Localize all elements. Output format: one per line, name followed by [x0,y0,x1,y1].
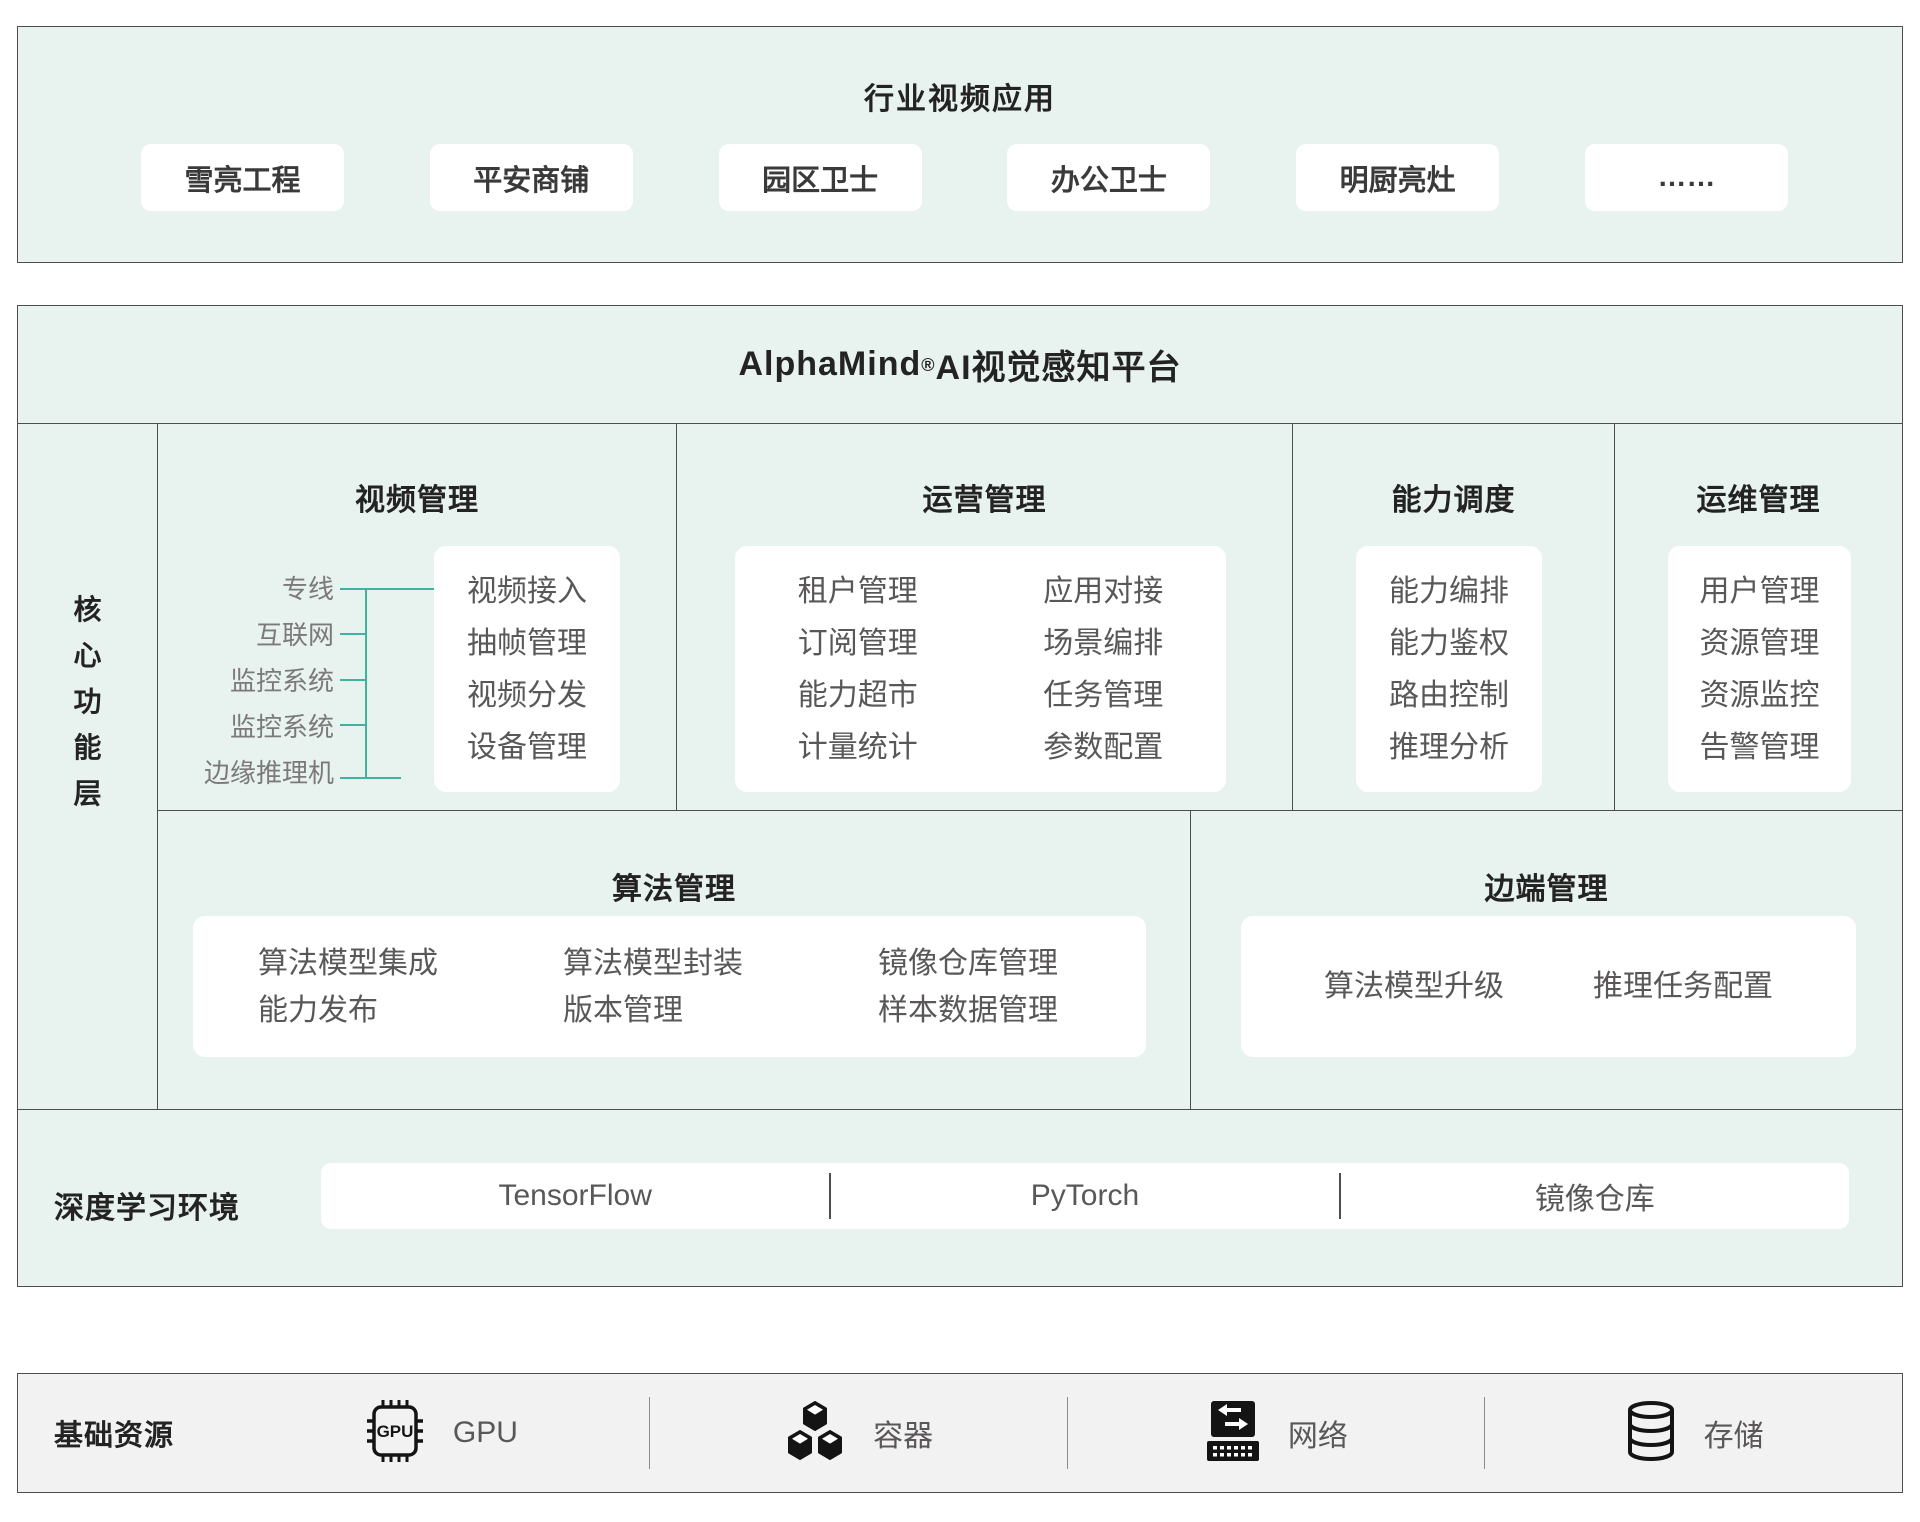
industry-apps-row: 雪亮工程 平安商铺 园区卫士 办公卫士 明厨亮灶 …… [18,144,1902,211]
app-pill-more: …… [1585,144,1788,211]
dl-environment-label: 深度学习环境 [54,1183,240,1227]
algorithm-management-title: 算法管理 [158,811,1190,908]
ops-item-metering: 计量统计 [735,732,981,763]
connector-stub-5 [340,777,401,779]
ops-item-capability-market: 能力超市 [735,680,981,711]
ops-item-scene: 场景编排 [981,628,1227,659]
ops-item-tenant: 租户管理 [735,576,981,607]
gpu-chip-icon: GPU [363,1400,427,1467]
app-pill-pingan: 平安商铺 [430,144,633,211]
video-item-distribution: 视频分发 [434,680,620,711]
edge-item-model-upgrade: 算法模型升级 [1324,971,1504,1002]
sched-item-orchestration: 能力编排 [1356,576,1542,607]
svg-text:GPU: GPU [376,1422,413,1441]
video-item-device: 设备管理 [434,732,620,763]
capability-scheduling-column: 能力调度 能力编排 能力鉴权 路由控制 推理分析 [1293,424,1615,811]
app-pill-mingchu: 明厨亮灶 [1296,144,1499,211]
container-cubes-icon [783,1401,847,1466]
app-pill-bangong: 办公卫士 [1007,144,1210,211]
capability-scheduling-title: 能力调度 [1293,424,1614,519]
om-management-title: 运维管理 [1615,424,1902,519]
om-management-card: 用户管理 资源管理 资源监控 告警管理 [1668,546,1851,792]
infra-group-network: 网络 [1068,1400,1485,1467]
platform-title: AlphaMind® AI视觉感知平台 [18,306,1902,424]
source-label-dedicated-line: 专线 [282,574,334,604]
platform-section: AlphaMind® AI视觉感知平台 核心功能层 视频管理 专线 互联网 监控… [17,305,1903,1287]
infrastructure-section: 基础资源 GPU GPU [17,1373,1903,1493]
source-label-monitoring-2: 监控系统 [230,712,334,742]
infra-label-container: 容器 [873,1411,933,1455]
dl-item-pytorch: PyTorch [831,1179,1339,1213]
dl-environment-row: 深度学习环境 TensorFlow PyTorch 镜像仓库 [18,1109,1902,1288]
infra-group-gpu: GPU GPU [232,1400,649,1467]
infra-label-gpu: GPU [453,1416,518,1450]
infrastructure-label: 基础资源 [18,1412,232,1454]
om-item-user: 用户管理 [1668,576,1851,607]
connector-stub-2 [340,633,367,635]
sched-item-authentication: 能力鉴权 [1356,628,1542,659]
video-item-frame: 抽帧管理 [434,628,620,659]
operations-management-card: 租户管理 应用对接 订阅管理 场景编排 能力超市 任务管理 计量统计 参数配置 [735,546,1226,792]
sched-item-routing: 路由控制 [1356,680,1542,711]
ops-item-app-connect: 应用对接 [981,576,1227,607]
infra-group-storage: 存储 [1485,1400,1902,1467]
infra-group-container: 容器 [650,1401,1067,1466]
infrastructure-groups: GPU GPU [232,1374,1902,1492]
ops-item-subscription: 订阅管理 [735,628,981,659]
algorithm-management-card: 算法模型集成 算法模型封装 镜像仓库管理 能力发布 版本管理 样本数据管理 [193,916,1146,1057]
dl-environment-bar: TensorFlow PyTorch 镜像仓库 [321,1163,1849,1229]
industry-apps-section: 行业视频应用 雪亮工程 平安商铺 园区卫士 办公卫士 明厨亮灶 …… [17,26,1903,263]
sched-item-inference: 推理分析 [1356,732,1542,763]
connector-stub-1 [340,588,434,590]
edge-item-inference-config: 推理任务配置 [1593,971,1773,1002]
video-management-title: 视频管理 [158,424,676,519]
edge-management-card: 算法模型升级 推理任务配置 [1241,916,1856,1057]
platform-title-brand: AlphaMind [738,345,921,384]
industry-apps-title: 行业视频应用 [18,27,1902,118]
algorithm-management-column: 算法管理 算法模型集成 算法模型封装 镜像仓库管理 能力发布 版本管理 样本数据… [158,811,1191,1109]
connector-bus-line [365,588,367,779]
operations-management-title: 运营管理 [677,424,1292,519]
algo-item-capability-release: 能力发布 [258,995,563,1026]
dl-item-tensorflow: TensorFlow [321,1179,829,1213]
capability-scheduling-card: 能力编排 能力鉴权 路由控制 推理分析 [1356,546,1542,792]
om-item-resource-mgmt: 资源管理 [1668,628,1851,659]
app-pill-yuanqu: 园区卫士 [719,144,922,211]
source-label-monitoring-1: 监控系统 [230,666,334,696]
connector-stub-3 [340,679,367,681]
platform-title-rest: AI视觉感知平台 [936,340,1182,389]
edge-management-title: 边端管理 [1191,811,1902,908]
architecture-diagram: 行业视频应用 雪亮工程 平安商铺 园区卫士 办公卫士 明厨亮灶 …… Alpha… [0,0,1920,1522]
om-item-resource-monitor: 资源监控 [1668,680,1851,711]
core-layer-sidebar: 核心功能层 [18,424,158,1109]
connector-stub-4 [340,724,367,726]
om-management-column: 运维管理 用户管理 资源管理 资源监控 告警管理 [1615,424,1902,811]
video-management-card: 视频接入 抽帧管理 视频分发 设备管理 [434,546,620,792]
algo-item-sample-data: 样本数据管理 [878,995,1146,1026]
algo-item-version: 版本管理 [563,995,878,1026]
core-layer-label: 核心功能层 [71,587,105,817]
ops-item-task: 任务管理 [981,680,1227,711]
dl-item-image-repo: 镜像仓库 [1341,1174,1849,1218]
video-item-access: 视频接入 [434,576,620,607]
algo-item-image-repo: 镜像仓库管理 [878,948,1146,979]
om-item-alarm: 告警管理 [1668,732,1851,763]
storage-database-icon [1624,1400,1678,1467]
network-switch-icon [1204,1400,1262,1467]
algo-item-model-packaging: 算法模型封装 [563,948,878,979]
infra-label-storage: 存储 [1704,1411,1764,1455]
app-pill-xueliang: 雪亮工程 [141,144,344,211]
video-source-labels: 专线 互联网 监控系统 监控系统 边缘推理机 [158,574,334,788]
video-management-column: 视频管理 专线 互联网 监控系统 监控系统 边缘推理机 视频接入 抽帧管理 视频… [158,424,677,811]
infra-label-network: 网络 [1288,1411,1348,1455]
edge-management-column: 边端管理 算法模型升级 推理任务配置 [1191,811,1902,1109]
source-label-edge-inference: 边缘推理机 [204,758,334,788]
ops-item-parameter: 参数配置 [981,732,1227,763]
operations-management-column: 运营管理 租户管理 应用对接 订阅管理 场景编排 能力超市 任务管理 计量统计 … [677,424,1293,811]
source-label-internet: 互联网 [256,620,334,650]
algo-item-model-integration: 算法模型集成 [258,948,563,979]
